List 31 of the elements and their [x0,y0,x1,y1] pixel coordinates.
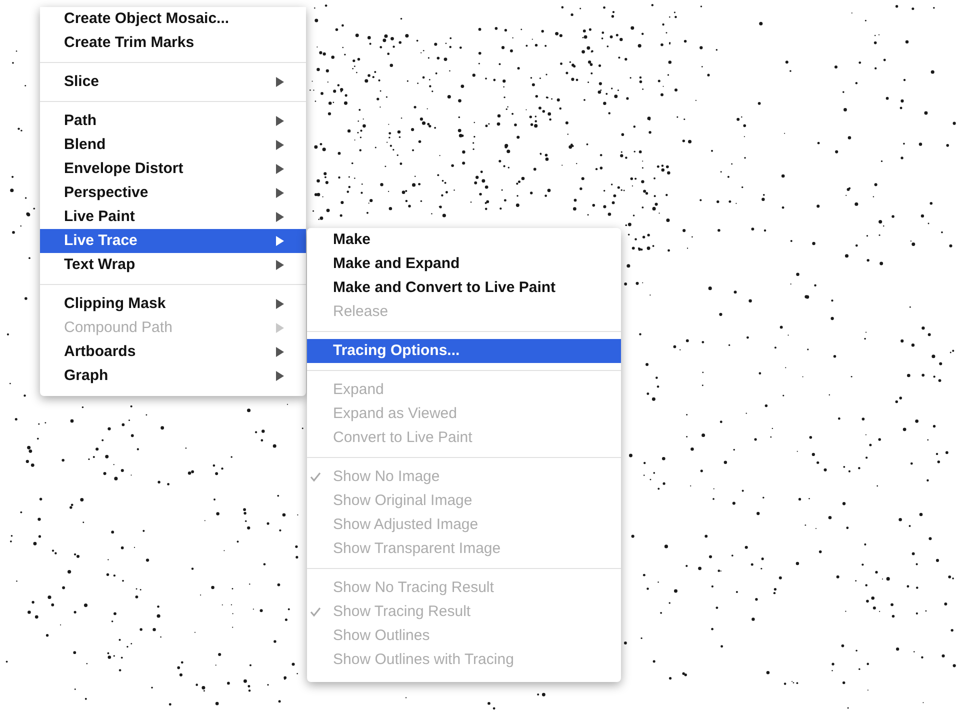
menu-item[interactable]: Artboards [40,340,306,364]
menu-item[interactable]: Blend [40,133,306,157]
submenu-arrow-icon [276,140,284,150]
submenu-arrow-icon [276,347,284,357]
submenu-arrow-icon [276,212,284,222]
menu-item[interactable]: Create Object Mosaic... [40,7,306,31]
menu-item[interactable]: Create Trim Marks [40,31,306,55]
menu-item[interactable]: Text Wrap [40,253,306,277]
menu-item[interactable]: Slice [40,70,306,94]
submenu-arrow-icon [276,188,284,198]
submenu-arrow-icon [276,299,284,309]
menu-item[interactable]: Tracing Options... [307,339,621,363]
menu-item[interactable]: Live Trace [40,229,306,253]
menu-item[interactable]: Make [307,228,621,252]
menu-item[interactable]: Make and Convert to Live Paint [307,276,621,300]
submenu-arrow-icon [276,164,284,174]
submenu-arrow-icon [276,77,284,87]
menu-item[interactable]: Graph [40,364,306,388]
checkmark-icon [310,607,320,617]
submenu-arrow-icon [276,236,284,246]
submenu-arrow-icon [276,323,284,333]
submenu-arrow-icon [276,260,284,270]
submenu-arrow-icon [276,371,284,381]
menu-item[interactable]: Clipping Mask [40,292,306,316]
checkmark-icon [310,472,320,482]
menu-item[interactable]: Live Paint [40,205,306,229]
menu-item[interactable]: Envelope Distort [40,157,306,181]
submenu-arrow-icon [276,116,284,126]
menu-item[interactable]: Path [40,109,306,133]
menu-item[interactable]: Make and Expand [307,252,621,276]
menu-item[interactable]: Perspective [40,181,306,205]
